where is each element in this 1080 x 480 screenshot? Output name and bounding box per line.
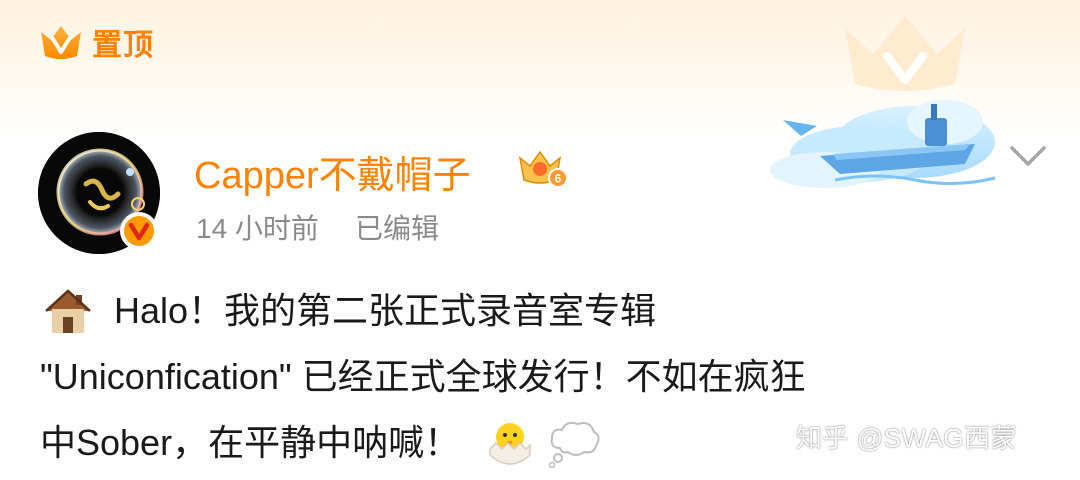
zhihu-watermark: 知乎 @SWAG西蒙	[796, 423, 1018, 453]
post-line: Halo！我的第二张正式录音室专辑	[40, 278, 1040, 344]
crown-decoration-icon	[845, 16, 965, 91]
ship-cloud-decoration-icon	[770, 100, 996, 188]
post-meta: 14 小时前 已编辑	[196, 207, 439, 247]
post-text-line1: Halo！我的第二张正式录音室专辑	[114, 290, 657, 331]
house-emoji-icon	[45, 289, 91, 333]
edited-label[interactable]: 已编辑	[355, 213, 439, 244]
hatching-chick-emoji-icon	[489, 423, 531, 465]
member-crown-badge-icon[interactable]: 6	[516, 148, 568, 188]
post-text-line3: 中Sober，在平静中呐喊！	[40, 422, 461, 463]
chevron-down-icon[interactable]	[1004, 140, 1052, 172]
v-crown-icon	[41, 26, 81, 59]
author-name[interactable]: Capper不戴帽子	[194, 144, 471, 199]
post-text-line2: "Uniconfication" 已经正式全球发行！不如在疯狂	[40, 356, 806, 397]
post-line: "Uniconfication" 已经正式全球发行！不如在疯狂	[40, 344, 1040, 410]
pinned-header: 置顶	[38, 20, 154, 64]
member-level: 6	[555, 172, 562, 186]
thought-bubble-emoji-icon	[548, 421, 600, 468]
verified-v-badge-icon	[120, 212, 158, 250]
post-time: 14 小时前	[196, 213, 319, 244]
pinned-label: 置顶	[92, 28, 154, 63]
